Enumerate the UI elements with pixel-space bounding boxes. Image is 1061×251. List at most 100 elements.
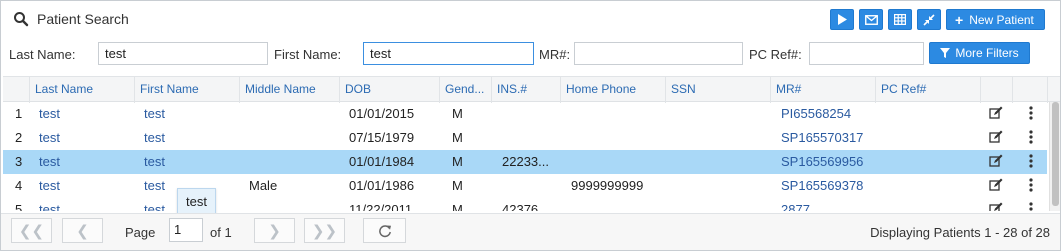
filter-icon [940,48,951,58]
email-button[interactable] [859,9,883,30]
column-header-mr[interactable]: MR# [770,77,876,103]
pagination-status: Displaying Patients 1 - 28 of 28 [870,225,1050,240]
play-button[interactable] [830,9,854,30]
refresh-button[interactable] [363,218,406,243]
new-patient-button[interactable]: + New Patient [946,9,1045,30]
cell-first-name[interactable]: test [144,198,165,211]
double-chevron-right-icon: ❯❯ [311,222,338,240]
row-number: 2 [15,130,23,145]
vertical-dots-icon[interactable] [1029,154,1033,168]
edit-icon[interactable] [989,106,1003,120]
cell-first-name[interactable]: test [144,150,165,174]
edit-icon[interactable] [989,178,1003,192]
cell-last-name[interactable]: test [39,174,60,198]
row-number: 4 [15,178,23,193]
grid-scrollbar[interactable] [1049,102,1060,211]
next-page-button[interactable]: ❯ [254,218,295,243]
cell-ins: 42376 [502,202,539,211]
double-chevron-left-icon: ❮❮ [18,222,45,240]
cell-first-name[interactable]: test [144,174,165,198]
new-patient-label: New Patient [969,12,1034,27]
last-page-button[interactable]: ❯❯ [304,218,345,243]
vertical-dots-icon[interactable] [1029,130,1033,144]
previous-page-button[interactable]: ❮ [62,218,103,243]
page-number-input[interactable]: 1 [169,218,203,242]
refresh-icon [378,224,391,237]
more-filters-label: More Filters [955,46,1019,60]
cell-dob: 11/22/2011 [349,202,413,211]
table-row-selected[interactable]: 3 test test 01/01/1984 M 22233... SP1655… [3,150,1047,174]
cell-mr[interactable]: SP165569378 [781,174,863,198]
vertical-dots-icon[interactable] [1029,202,1033,211]
first-page-button[interactable]: ❮❮ [11,218,52,243]
search-filters: Last Name: First Name: MR#: PC Ref#: Mor… [1,39,1060,69]
grid-icon [894,14,906,25]
cell-first-name[interactable]: test [144,126,165,150]
collapse-button[interactable] [917,9,941,30]
cell-middle-name: Male [249,178,278,193]
pc-ref-input[interactable] [809,42,924,65]
table-row[interactable]: 2 test test 07/15/1979 M SP165570317 [3,126,1047,150]
cell-last-name[interactable]: test [39,126,60,150]
cell-dob: 01/01/1986 [349,178,415,193]
cell-last-name[interactable]: test [39,150,60,174]
more-filters-button[interactable]: More Filters [929,42,1030,64]
cell-mr[interactable]: SP165570317 [781,126,863,150]
vertical-dots-icon[interactable] [1029,106,1033,120]
cell-gender: M [452,106,463,121]
column-header-last-name[interactable]: Last Name [29,77,135,103]
table-row[interactable]: 4 test test Male 01/01/1986 M 9999999999… [3,174,1047,198]
cell-tooltip: test [177,188,216,216]
table-row[interactable]: 1 test test 01/01/2015 M PI65568254 [3,102,1047,126]
cell-gender: M [452,202,463,211]
column-header-ins[interactable]: INS.# [491,77,561,103]
cell-ins: 22233... [502,154,549,169]
column-header-ssn[interactable]: SSN [665,77,771,103]
cell-home-phone: 9999999999 [571,178,644,193]
grid-view-button[interactable] [888,9,912,30]
cell-gender: M [452,130,463,145]
edit-icon[interactable] [989,202,1003,211]
envelope-icon [864,14,878,25]
vertical-dots-icon[interactable] [1029,178,1033,192]
mr-input[interactable] [574,42,743,65]
cell-last-name[interactable]: test [39,198,60,211]
search-icon [14,12,29,27]
first-name-input[interactable] [363,42,534,65]
cell-mr[interactable]: SP165569956 [781,150,863,174]
cell-mr[interactable]: 2877 [781,198,810,211]
cell-gender: M [452,154,463,169]
cell-last-name[interactable]: test [39,102,60,126]
page-label: Page [125,225,156,240]
column-header-edit [980,77,1013,103]
row-number: 1 [15,106,23,121]
scrollbar-thumb[interactable] [1052,102,1059,206]
cell-first-name[interactable]: test [144,102,165,126]
grid-header: Last Name First Name Middle Name DOB Gen… [3,76,1060,103]
chevron-left-icon: ❮ [76,222,89,240]
cell-mr[interactable]: PI65568254 [781,102,851,126]
column-header-pc-ref[interactable]: PC Ref# [875,77,981,103]
patient-grid: Last Name First Name Middle Name DOB Gen… [3,76,1060,211]
edit-icon[interactable] [989,130,1003,144]
chevron-right-icon: ❯ [268,222,281,240]
table-row[interactable]: 5 test test 11/22/2011 M 42376 2877 [3,198,1047,211]
page-count-label: of 1 [210,225,232,240]
column-header-home-phone[interactable]: Home Phone [560,77,666,103]
column-header-gender[interactable]: Gend... [439,77,492,103]
row-number: 3 [15,154,23,169]
last-name-label: Last Name: [9,47,76,62]
cell-dob: 01/01/1984 [349,154,415,169]
column-header-middle-name[interactable]: Middle Name [239,77,340,103]
column-header-actions [1012,77,1048,103]
last-name-input[interactable] [98,42,268,65]
column-header-rownum [3,77,30,103]
edit-icon[interactable] [989,154,1003,168]
pc-ref-label: PC Ref#: [749,47,802,62]
page-title: Patient Search [37,11,129,27]
column-header-first-name[interactable]: First Name [134,77,240,103]
collapse-arrows-icon [923,13,935,26]
row-number: 5 [15,202,23,211]
plus-icon: + [955,11,964,28]
column-header-dob[interactable]: DOB [339,77,440,103]
